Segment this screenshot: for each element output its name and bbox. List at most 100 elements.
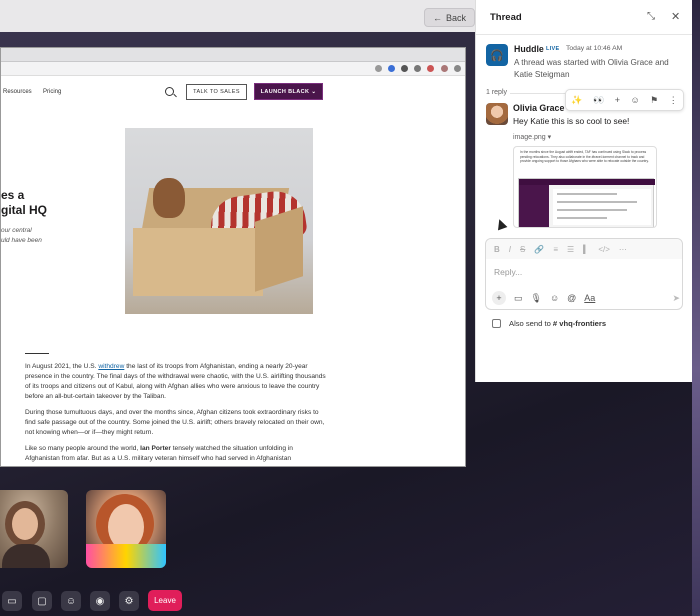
hero-title: es a gital HQ <box>1 188 48 217</box>
reply-composer: B I S 🔗 ≡ ☰ ▍ </> ⋯ + ▭ 🎙 ☺ @ Aa ➤ <box>485 238 683 310</box>
screen-share-icon: ▢ <box>37 595 47 607</box>
profile-avatar <box>441 65 448 72</box>
emoji-icon: ☺ <box>65 595 77 607</box>
nav-link-pricing: Pricing <box>43 89 62 95</box>
huddle-settings-button[interactable]: ⚙ <box>119 591 139 611</box>
hero-photo <box>125 128 313 314</box>
thumb-sidebar <box>519 185 549 227</box>
code-block-icon[interactable]: ⋯ <box>619 245 627 254</box>
huddle-chat-button[interactable]: ◉ <box>90 591 110 611</box>
attach-plus-button[interactable]: + <box>492 291 506 305</box>
browser-tab-bar <box>1 48 465 62</box>
avatar[interactable] <box>486 103 508 125</box>
video-clip-icon[interactable]: ▭ <box>514 293 523 304</box>
thread-header: Thread ⤡ ✕ <box>476 0 692 35</box>
also-send-label: Also send to # vhq-frontiers <box>509 319 607 328</box>
message-author[interactable]: Huddle <box>514 44 544 54</box>
extension-icon <box>427 65 434 72</box>
mention-icon[interactable]: @ <box>567 293 576 303</box>
participant-face <box>12 508 38 540</box>
also-send-checkbox[interactable] <box>492 319 501 328</box>
message-author[interactable]: Olivia Grace <box>513 103 564 113</box>
participant-video-tile[interactable] <box>86 490 166 568</box>
channel-name: # vhq-frontiers <box>552 319 607 328</box>
image-attachment[interactable]: In the months since the August airlift e… <box>513 146 657 228</box>
more-actions-icon[interactable]: ⋮ <box>669 95 678 106</box>
ordered-list-icon[interactable]: ≡ <box>553 245 558 254</box>
message-timestamp[interactable]: Today at 10:46 AM <box>566 45 622 52</box>
gear-icon: ⚙ <box>124 595 134 607</box>
search-icon <box>165 87 174 96</box>
box-flap <box>255 206 303 292</box>
participant-video-tile[interactable] <box>0 490 68 568</box>
send-icon[interactable]: ➤ <box>672 293 680 304</box>
article-paragraph: In August 2021, the U.S. withdrew the la… <box>25 363 326 400</box>
emoji-icon[interactable]: ☺ <box>550 293 559 303</box>
composer-actions: + ▭ 🎙 ☺ @ Aa ➤ <box>492 289 680 307</box>
browser-url-bar <box>1 62 465 76</box>
extension-icon <box>401 65 408 72</box>
back-button-label: Back <box>446 12 467 23</box>
attachment-name[interactable]: image.png ▾ <box>513 133 551 141</box>
chat-bubble-icon: ◉ <box>95 595 105 607</box>
nav-link-resources: Resources <box>3 89 32 95</box>
extension-icon <box>414 65 421 72</box>
thumb-main <box>553 189 651 225</box>
thread-title: Thread <box>490 12 522 23</box>
blockquote-icon[interactable]: ▍ <box>583 245 589 254</box>
attachment-screenshot <box>518 178 655 227</box>
bold-icon[interactable]: B <box>494 245 500 254</box>
video-toggle-button[interactable]: ▭ <box>2 591 22 611</box>
reply-count: 1 reply <box>486 89 508 96</box>
browser-menu-icon <box>454 65 461 72</box>
extension-icon <box>388 65 395 72</box>
italic-icon[interactable]: I <box>509 245 511 254</box>
site-nav: Resources Pricing TALK TO SALES LAUNCH B… <box>1 80 465 104</box>
live-badge: LIVE <box>546 46 560 52</box>
participant-shirt <box>86 544 166 568</box>
article-paragraph: During those tumultuous days, and over t… <box>25 409 325 436</box>
bulleted-list-icon[interactable]: ☰ <box>567 245 574 254</box>
attachment-caption: In the months since the August airlift e… <box>520 150 649 164</box>
text-format-icon[interactable]: Aa <box>584 293 595 303</box>
leave-button[interactable]: Leave <box>148 590 182 611</box>
huddle-headphones-icon: 🎧 <box>486 44 508 66</box>
also-send-row: Also send to # vhq-frontiers <box>492 319 606 328</box>
bookmark-icon[interactable]: ⚑ <box>650 95 658 106</box>
code-icon[interactable]: </> <box>598 245 610 254</box>
link-icon[interactable]: 🔗 <box>534 245 544 254</box>
screen-share-button[interactable]: ▢ <box>32 591 52 611</box>
video-camera-icon: ▭ <box>7 595 17 607</box>
shared-screen-window: Resources Pricing TALK TO SALES LAUNCH B… <box>0 47 466 467</box>
message-text: A thread was started with Olivia Grace a… <box>514 58 669 79</box>
article-divider <box>25 353 49 354</box>
emoji-reaction-button[interactable]: ☺ <box>61 591 81 611</box>
sparkle-reaction-icon[interactable]: ✨ <box>571 95 582 106</box>
reply-emoji-icon[interactable]: ☺ <box>630 95 639 105</box>
eyes-reaction-icon[interactable]: 👀 <box>593 95 604 106</box>
back-button[interactable]: ← Back <box>424 8 476 27</box>
collapse-icon[interactable]: ⤡ <box>647 11 655 22</box>
window-edge <box>692 0 700 616</box>
message-text: Hey Katie this is so cool to see! <box>513 116 630 126</box>
launch-black-button: LAUNCH BLACK ⌄ <box>254 83 323 100</box>
teddy-bear <box>153 178 185 218</box>
launch-black-label: LAUNCH BLACK <box>260 88 310 95</box>
bookmark-icon <box>375 65 382 72</box>
reply-input[interactable] <box>494 267 674 277</box>
article-body: In August 2021, the U.S. withdrew the la… <box>25 362 329 466</box>
microphone-icon[interactable]: 🎙 <box>531 293 542 304</box>
add-reaction-icon[interactable]: + <box>615 95 620 105</box>
participant-body <box>2 544 50 568</box>
close-icon[interactable]: ✕ <box>671 10 680 23</box>
back-arrow-icon: ← <box>433 12 442 23</box>
message-hover-toolbar: ✨ 👀 + ☺ ⚑ ⋮ <box>565 89 684 111</box>
talk-to-sales-button: TALK TO SALES <box>186 84 247 100</box>
formatting-toolbar: B I S 🔗 ≡ ☰ ▍ </> ⋯ <box>486 239 682 259</box>
strikethrough-icon[interactable]: S <box>520 245 525 254</box>
article-paragraph: Like so many people around the world, Ia… <box>25 445 293 462</box>
box-front <box>133 228 263 296</box>
hero-subtitle: our central uld have been <box>1 227 42 244</box>
huddle-top-bar: ← Back <box>0 0 476 32</box>
withdrew-link: withdrew <box>98 363 125 370</box>
